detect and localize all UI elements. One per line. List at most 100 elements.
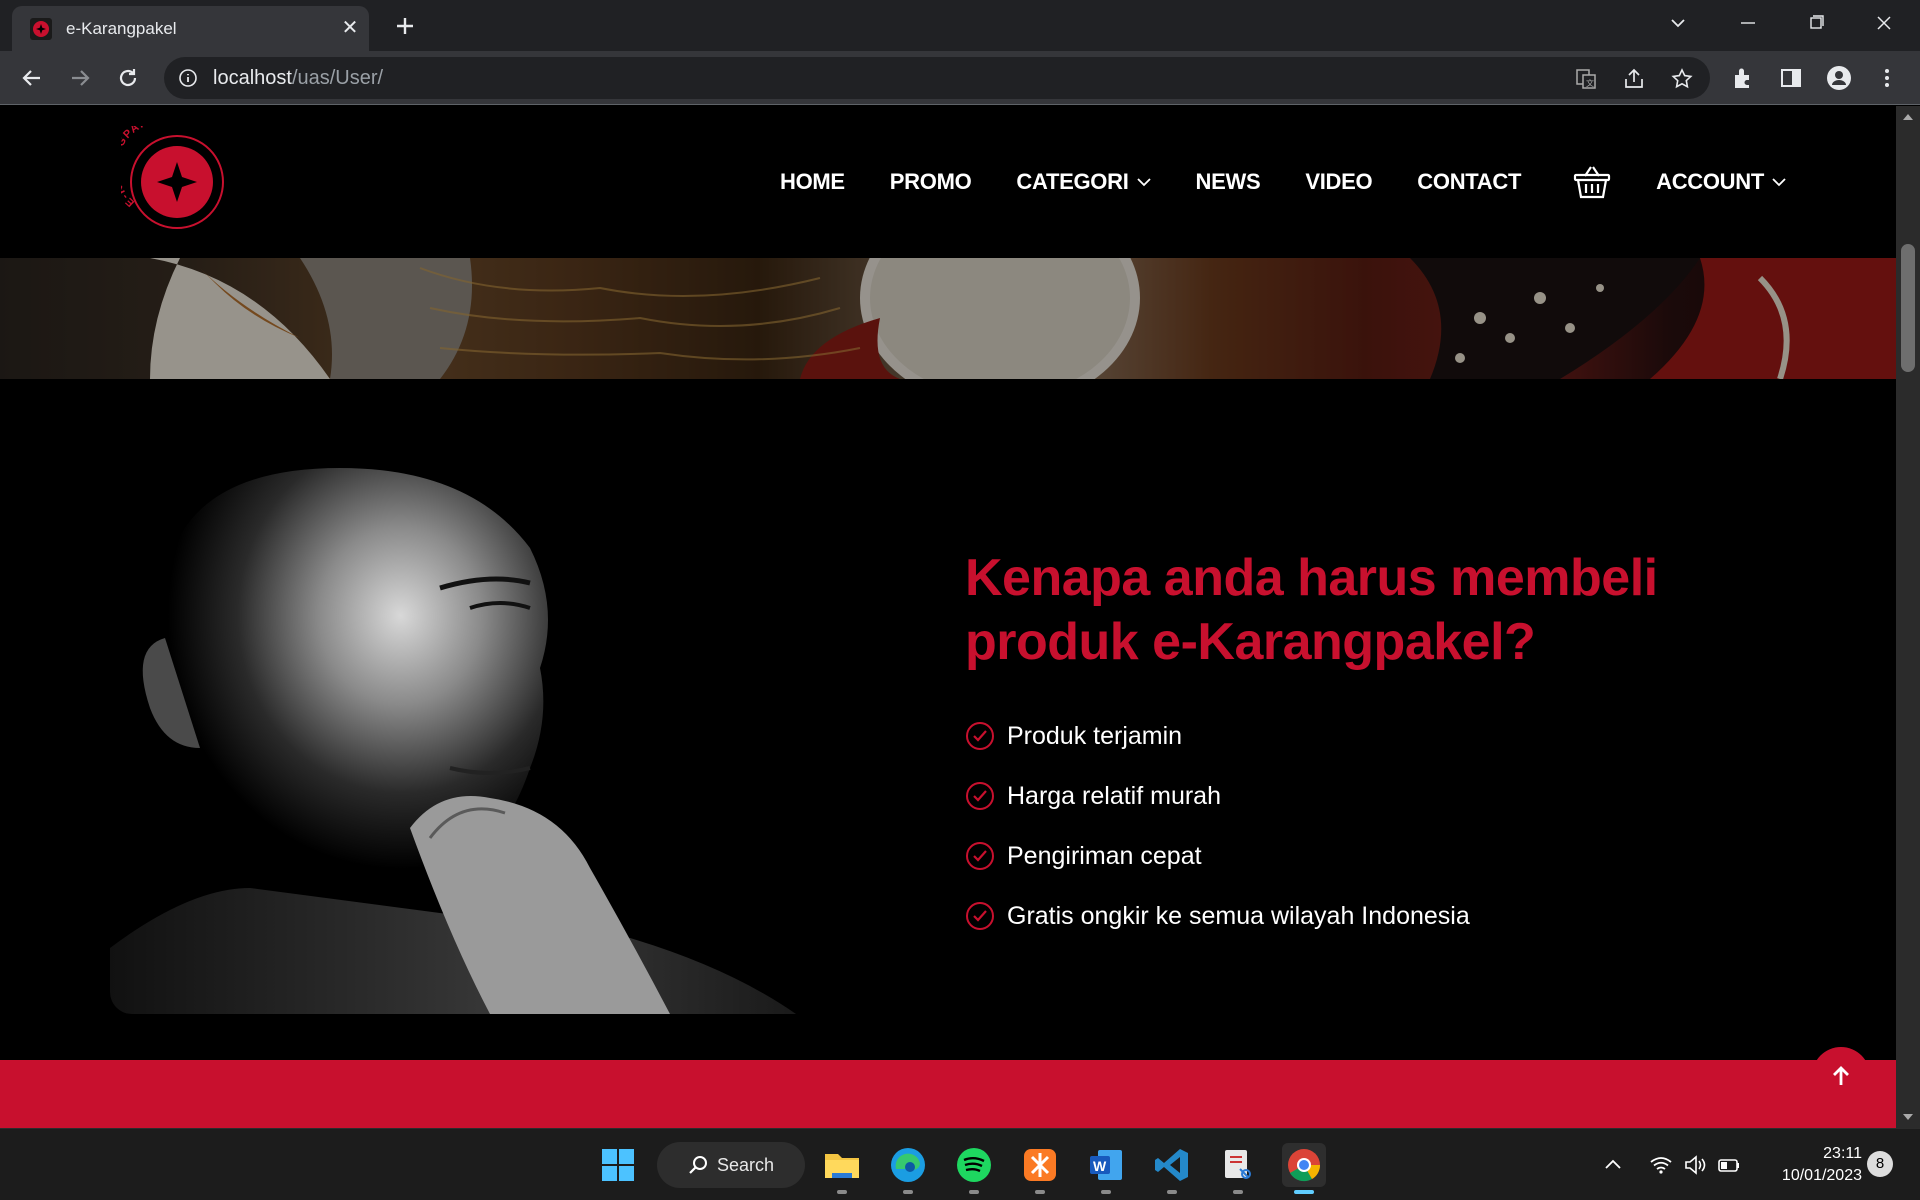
- feature-text: Produk terjamin: [1007, 721, 1183, 750]
- browser-tab-strip: e-Karangpakel ✕: [0, 0, 1920, 51]
- profile-icon[interactable]: [1826, 65, 1852, 91]
- word-icon[interactable]: W: [1084, 1143, 1128, 1194]
- portrait-illustration: [110, 468, 796, 1014]
- running-indicator: [1233, 1190, 1243, 1194]
- nav-categori[interactable]: CATEGORI: [1016, 169, 1151, 195]
- man-portrait-image: [110, 468, 796, 1014]
- chevron-down-icon: [1136, 178, 1151, 187]
- svg-text:文: 文: [1586, 78, 1594, 88]
- close-window-icon[interactable]: [1866, 8, 1902, 38]
- battery-icon[interactable]: [1716, 1152, 1742, 1178]
- scrollbar-thumb[interactable]: [1901, 244, 1915, 372]
- page-scrollbar[interactable]: [1896, 106, 1920, 1128]
- nav-promo[interactable]: PROMO: [890, 169, 972, 195]
- restore-icon[interactable]: [1798, 8, 1834, 38]
- nav-account[interactable]: ACCOUNT: [1656, 169, 1786, 195]
- edge-browser-icon[interactable]: [886, 1143, 930, 1194]
- running-indicator: [1294, 1190, 1314, 1194]
- scroll-down-arrow-icon[interactable]: [1902, 1112, 1914, 1122]
- tab-search-chevron-icon[interactable]: [1660, 8, 1696, 38]
- feature-text: Gratis ongkir ke semua wilayah Indonesia: [1007, 901, 1470, 930]
- arrow-up-icon: [1833, 1066, 1849, 1085]
- search-label: Search: [717, 1155, 775, 1175]
- running-indicator: [1101, 1190, 1111, 1194]
- back-icon[interactable]: [18, 64, 46, 92]
- side-panel-icon[interactable]: [1778, 65, 1804, 91]
- check-circle-icon: [966, 782, 994, 810]
- feature-item: Gratis ongkir ke semua wilayah Indonesia: [965, 886, 1470, 946]
- main-nav: HOME PROMO CATEGORI NEWS VIDEO CONTACT A…: [735, 164, 1786, 200]
- volume-icon[interactable]: [1682, 1152, 1708, 1178]
- basket-icon[interactable]: [1573, 164, 1611, 200]
- hero-banner-image: [0, 258, 1896, 379]
- system-clock[interactable]: 23:11 10/01/2023: [1762, 1143, 1862, 1187]
- back-to-top-button[interactable]: [1812, 1047, 1870, 1105]
- browser-tab[interactable]: e-Karangpakel ✕: [12, 6, 369, 51]
- check-circle-icon: [966, 842, 994, 870]
- nav-video[interactable]: VIDEO: [1305, 169, 1372, 195]
- site-header: E-KARANGPAKEL HOME PROMO CATEGORI NEWS V…: [0, 106, 1896, 258]
- edge-icon: [891, 1148, 925, 1182]
- running-indicator: [1035, 1190, 1045, 1194]
- notification-badge[interactable]: 8: [1867, 1151, 1893, 1177]
- spotify-logo-icon: [957, 1148, 991, 1182]
- running-indicator: [903, 1190, 913, 1194]
- feature-item: Harga relatif murah: [965, 766, 1470, 826]
- nav-categori-label: CATEGORI: [1016, 169, 1129, 194]
- site-favicon-icon: [30, 18, 52, 40]
- folder-icon: [825, 1154, 859, 1178]
- url-host: localhost: [213, 67, 292, 89]
- url-path: /uas/User/: [291, 67, 384, 89]
- windows-taskbar: Search W 23:11 10/01/2023 8: [0, 1128, 1920, 1200]
- running-indicator: [837, 1190, 847, 1194]
- feature-list: Produk terjamin Harga relatif murah Peng…: [965, 706, 1470, 946]
- site-logo[interactable]: E-KARANGPAKEL: [121, 126, 229, 234]
- file-explorer-icon[interactable]: [820, 1143, 864, 1194]
- check-circle-icon: [966, 722, 994, 750]
- forward-icon[interactable]: [66, 64, 94, 92]
- feature-text: Pengiriman cepat: [1007, 841, 1202, 870]
- search-icon: [689, 1156, 707, 1174]
- section-headline: Kenapa anda harus membeli produk e-Karan…: [965, 549, 1658, 671]
- snipping-tool-icon[interactable]: [1216, 1143, 1260, 1194]
- menu-kebab-icon[interactable]: [1874, 65, 1900, 91]
- browser-toolbar: localhost/uas/User/ 文: [0, 51, 1920, 105]
- new-tab-icon[interactable]: [390, 11, 420, 41]
- nav-contact[interactable]: CONTACT: [1417, 169, 1521, 195]
- nav-account-label: ACCOUNT: [1656, 169, 1764, 194]
- nav-news[interactable]: NEWS: [1196, 169, 1261, 195]
- minimize-icon[interactable]: [1730, 8, 1766, 38]
- address-bar[interactable]: localhost/uas/User/ 文: [164, 57, 1710, 99]
- feature-text: Harga relatif murah: [1007, 781, 1221, 810]
- share-icon[interactable]: [1622, 67, 1646, 91]
- word-logo-icon: W: [1090, 1150, 1122, 1180]
- translate-icon[interactable]: 文: [1574, 67, 1598, 91]
- tab-close-icon[interactable]: ✕: [337, 15, 363, 41]
- xampp-logo-icon: [1024, 1149, 1056, 1181]
- footer-red-band: [0, 1060, 1896, 1128]
- extensions-icon[interactable]: [1730, 65, 1756, 91]
- snipping-logo-icon: [1225, 1150, 1251, 1179]
- reload-icon[interactable]: [114, 64, 142, 92]
- running-indicator: [969, 1190, 979, 1194]
- site-info-icon[interactable]: [178, 68, 198, 88]
- xampp-icon[interactable]: [1018, 1143, 1062, 1194]
- feature-item: Pengiriman cepat: [965, 826, 1470, 886]
- chrome-logo-icon: [1288, 1149, 1321, 1182]
- windows-start-icon[interactable]: [596, 1143, 640, 1187]
- vscode-icon[interactable]: [1150, 1143, 1194, 1194]
- wifi-icon[interactable]: [1648, 1152, 1674, 1178]
- feature-item: Produk terjamin: [965, 706, 1470, 766]
- running-indicator: [1167, 1190, 1177, 1194]
- scroll-up-arrow-icon[interactable]: [1902, 112, 1914, 122]
- nav-home[interactable]: HOME: [780, 169, 845, 195]
- clock-time: 23:11: [1823, 1145, 1862, 1162]
- check-circle-icon: [966, 902, 994, 930]
- svg-text:W: W: [1093, 1158, 1107, 1174]
- chevron-up-icon[interactable]: [1600, 1152, 1626, 1178]
- clock-date: 10/01/2023: [1781, 1167, 1862, 1184]
- bookmark-star-icon[interactable]: [1670, 67, 1694, 91]
- chrome-icon[interactable]: [1282, 1143, 1326, 1194]
- taskbar-search[interactable]: Search: [657, 1142, 805, 1188]
- spotify-icon[interactable]: [952, 1143, 996, 1194]
